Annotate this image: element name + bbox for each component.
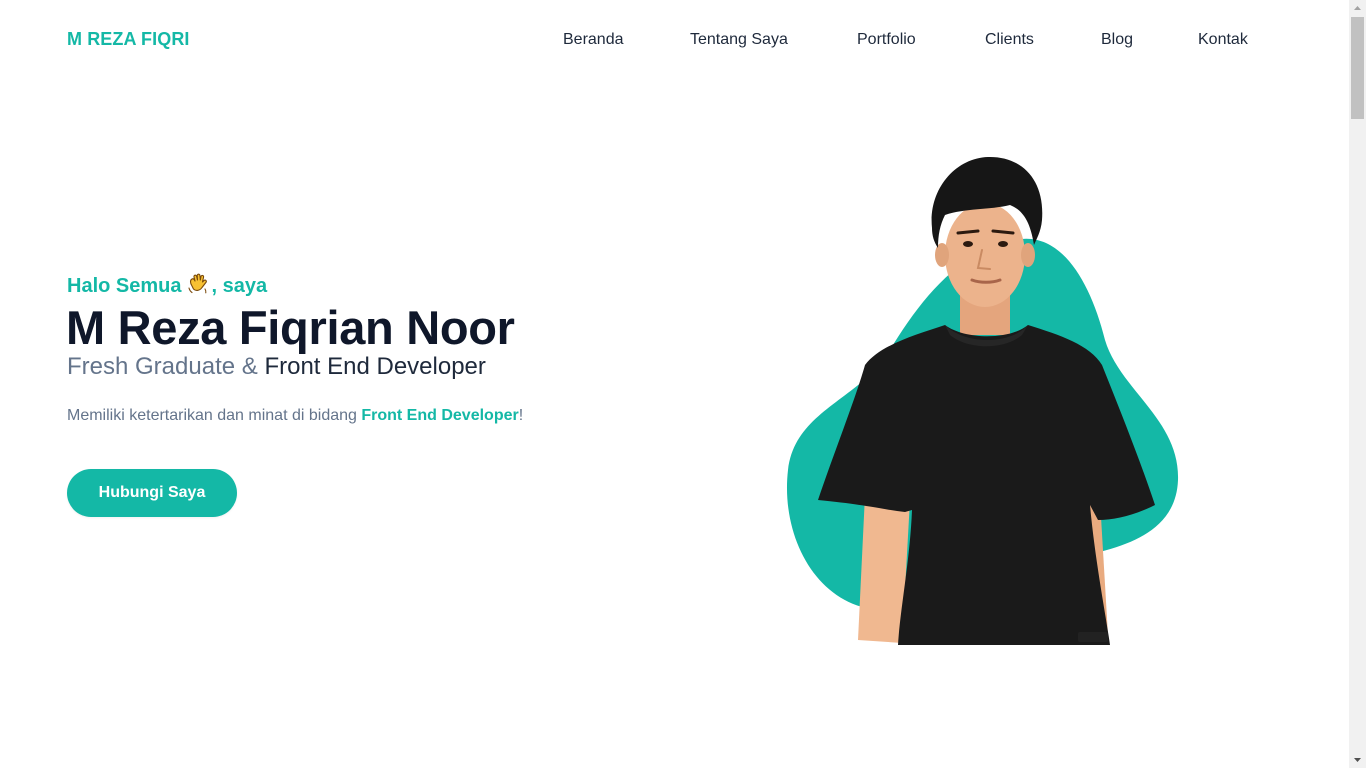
profile-photo xyxy=(786,156,1179,645)
nav-item-clients[interactable]: Clients xyxy=(985,31,1034,49)
nav-item-kontak[interactable]: Kontak xyxy=(1198,31,1248,49)
page-scrollbar[interactable] xyxy=(1349,0,1366,768)
scroll-up-icon[interactable] xyxy=(1349,0,1366,17)
scroll-thumb[interactable] xyxy=(1351,17,1364,119)
greeting-suffix: , saya xyxy=(211,275,268,297)
nav-item-beranda[interactable]: Beranda xyxy=(563,31,624,49)
description-highlight: Front End Developer xyxy=(361,407,519,424)
nav-item-blog[interactable]: Blog xyxy=(1101,31,1133,49)
main-nav: Beranda Tentang Saya Portfolio Clients B… xyxy=(0,31,1349,51)
face xyxy=(945,203,1025,307)
nav-item-portfolio[interactable]: Portfolio xyxy=(857,31,916,49)
hero-name: M Reza Fiqrian Noor xyxy=(66,301,515,354)
role-fresh-graduate: Fresh Graduate & xyxy=(67,353,265,380)
scroll-down-icon[interactable] xyxy=(1349,751,1366,768)
nav-item-tentang-saya[interactable]: Tentang Saya xyxy=(690,31,788,49)
hero-role: Fresh Graduate & Front End Developer xyxy=(67,353,486,381)
waving-hand-icon xyxy=(188,273,208,294)
page: M REZA FIQRI Beranda Tentang Saya Portfo… xyxy=(0,0,1366,768)
description-end: ! xyxy=(518,407,524,424)
hubungi-saya-button[interactable]: Hubungi Saya xyxy=(67,469,237,517)
hero-description: Memiliki ketertarikan dan minat di bidan… xyxy=(67,407,523,425)
description-text: Memiliki ketertarikan dan minat di bidan… xyxy=(67,407,362,424)
site-header: M REZA FIQRI Beranda Tentang Saya Portfo… xyxy=(0,0,1349,80)
role-front-end-developer: Front End Developer xyxy=(264,353,486,380)
hero-greeting: Halo Semua , saya xyxy=(67,272,267,298)
greeting-text: Halo Semua xyxy=(67,275,182,297)
